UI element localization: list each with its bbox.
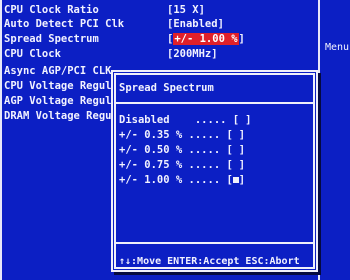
option-checkbox-checked[interactable] xyxy=(232,177,239,183)
frame-left-vertical xyxy=(0,0,2,280)
popup-option-0-35[interactable]: +/- 0.35 % ..... [] xyxy=(119,129,245,142)
item-help-label: Menu xyxy=(325,42,350,53)
menu-label: CPU Voltage Regul xyxy=(4,80,112,92)
popup-option-0-50[interactable]: +/- 0.50 % ..... [] xyxy=(119,144,245,157)
menu-label: AGP Voltage Regul xyxy=(4,95,112,107)
menu-value[interactable]: [200MHz] xyxy=(167,48,218,61)
menu-value[interactable]: [Enabled] xyxy=(167,18,224,31)
popup-title-separator xyxy=(114,102,315,104)
popup-title: Spread Spectrum xyxy=(119,82,214,94)
popup-option-1-00[interactable]: +/- 1.00 % ..... [] xyxy=(119,174,245,187)
option-label: +/- 0.50 % ..... [ xyxy=(119,144,233,156)
option-label: Disabled ..... [ xyxy=(119,114,240,126)
menu-label: Async AGP/PCI CLK xyxy=(4,65,112,77)
popup-key-hints: ↑↓:Move ENTER:Accept ESC:Abort xyxy=(119,256,300,267)
menu-label: DRAM Voltage Regu xyxy=(4,110,112,122)
option-label: +/- 0.35 % ..... [ xyxy=(119,129,233,141)
menu-label: Spread Spectrum xyxy=(4,33,99,45)
option-label: +/- 0.75 % ..... [ xyxy=(119,159,233,171)
option-label: +/- 1.00 % ..... [ xyxy=(119,174,233,186)
menu-value[interactable]: [15 X] xyxy=(167,4,205,17)
option-checkbox[interactable] xyxy=(239,117,245,123)
option-checkbox[interactable] xyxy=(233,162,239,168)
menu-value-selected[interactable]: [+/- 1.00 %] xyxy=(167,33,245,46)
option-checkbox[interactable] xyxy=(233,132,239,138)
popup-option-0-75[interactable]: +/- 0.75 % ..... [] xyxy=(119,159,245,172)
menu-label: CPU Clock Ratio xyxy=(4,4,99,16)
bios-screen: CPU Clock Ratio [15 X] Auto Detect PCI C… xyxy=(0,0,350,280)
menu-label: CPU Clock xyxy=(4,48,61,60)
option-checkbox[interactable] xyxy=(233,147,239,153)
menu-label: Auto Detect PCI Clk xyxy=(4,18,125,30)
popup-option-disabled[interactable]: Disabled ..... [] xyxy=(119,114,251,127)
popup-footer-separator xyxy=(114,242,315,244)
value-close-bracket: ] xyxy=(238,33,245,45)
value-highlight: +/- 1.00 % xyxy=(173,33,239,45)
spread-spectrum-popup: Spread Spectrum Disabled ..... [] +/- 0.… xyxy=(111,70,318,272)
frame-divider-vertical xyxy=(318,0,320,280)
